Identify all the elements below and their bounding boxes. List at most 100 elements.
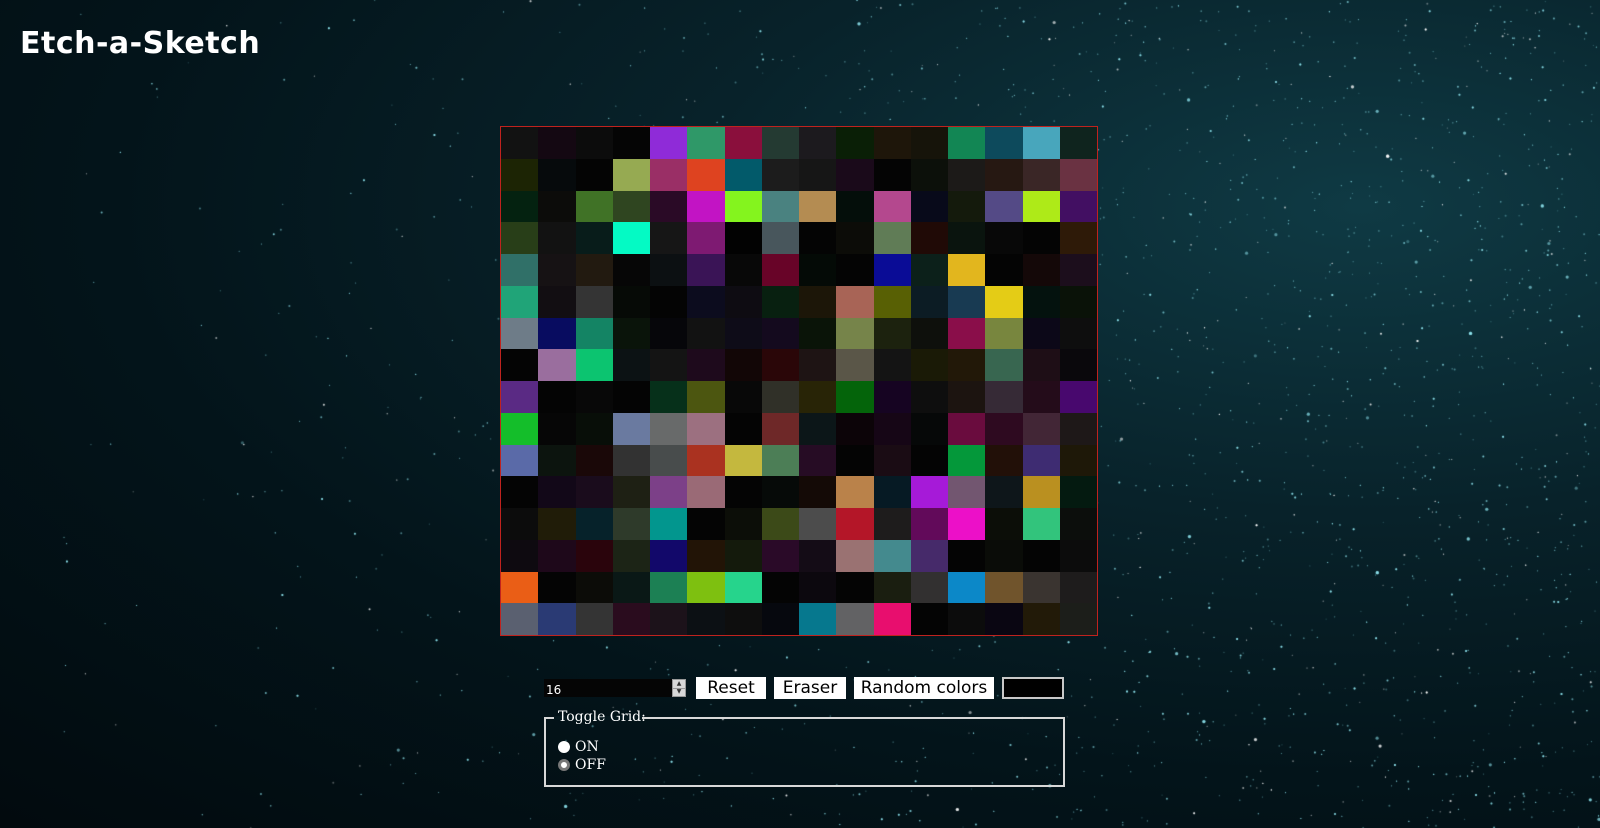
grid-cell[interactable] xyxy=(501,539,539,572)
grid-off-option[interactable]: OFF xyxy=(558,757,606,773)
grid-cell[interactable] xyxy=(948,444,986,477)
grid-cell[interactable] xyxy=(910,571,948,604)
grid-cell[interactable] xyxy=(724,603,762,635)
grid-cell[interactable] xyxy=(650,603,688,635)
grid-cell[interactable] xyxy=(612,412,650,445)
grid-cell[interactable] xyxy=(948,571,986,604)
grid-cell[interactable] xyxy=(761,508,799,540)
grid-cell[interactable] xyxy=(910,158,948,191)
grid-cell[interactable] xyxy=(501,412,539,445)
grid-cell[interactable] xyxy=(612,571,650,604)
grid-cell[interactable] xyxy=(1022,444,1060,477)
radio-on-icon[interactable] xyxy=(558,741,570,753)
grid-cell[interactable] xyxy=(836,412,874,445)
grid-cell[interactable] xyxy=(761,349,799,381)
grid-cell[interactable] xyxy=(948,603,986,635)
grid-on-option[interactable]: ON xyxy=(558,739,599,755)
grid-cell[interactable] xyxy=(1059,127,1097,159)
grid-cell[interactable] xyxy=(538,381,576,413)
grid-cell[interactable] xyxy=(761,127,799,159)
grid-cell[interactable] xyxy=(948,539,986,572)
random-colors-button[interactable]: Random colors xyxy=(854,677,994,699)
grid-cell[interactable] xyxy=(575,127,613,159)
grid-cell[interactable] xyxy=(836,381,874,413)
grid-cell[interactable] xyxy=(948,412,986,445)
grid-cell[interactable] xyxy=(501,158,539,191)
grid-cell[interactable] xyxy=(575,190,613,223)
grid-cell[interactable] xyxy=(687,412,725,445)
grid-cell[interactable] xyxy=(538,571,576,604)
grid-cell[interactable] xyxy=(873,508,911,540)
grid-cell[interactable] xyxy=(724,349,762,381)
grid-cell[interactable] xyxy=(985,603,1023,635)
grid-cell[interactable] xyxy=(910,444,948,477)
grid-cell[interactable] xyxy=(575,222,613,254)
grid-cell[interactable] xyxy=(985,476,1023,508)
grid-cell[interactable] xyxy=(836,222,874,254)
grid-cell[interactable] xyxy=(1022,127,1060,159)
grid-cell[interactable] xyxy=(836,349,874,381)
grid-cell[interactable] xyxy=(501,222,539,254)
grid-cell[interactable] xyxy=(985,158,1023,191)
grid-cell[interactable] xyxy=(1059,285,1097,318)
grid-cell[interactable] xyxy=(575,349,613,381)
grid-cell[interactable] xyxy=(687,190,725,223)
grid-cell[interactable] xyxy=(1059,254,1097,286)
color-picker[interactable] xyxy=(1002,677,1064,699)
grid-cell[interactable] xyxy=(501,508,539,540)
reset-button[interactable]: Reset xyxy=(696,677,766,699)
grid-cell[interactable] xyxy=(799,222,837,254)
grid-cell[interactable] xyxy=(687,317,725,350)
grid-cell[interactable] xyxy=(761,571,799,604)
spinner[interactable]: ▲ ▼ xyxy=(672,679,686,697)
grid-cell[interactable] xyxy=(873,190,911,223)
grid-cell[interactable] xyxy=(538,539,576,572)
grid-cell[interactable] xyxy=(873,127,911,159)
grid-cell[interactable] xyxy=(612,444,650,477)
grid-cell[interactable] xyxy=(873,444,911,477)
grid-cell[interactable] xyxy=(836,603,874,635)
grid-cell[interactable] xyxy=(575,508,613,540)
grid-cell[interactable] xyxy=(836,571,874,604)
grid-cell[interactable] xyxy=(910,317,948,350)
grid-cell[interactable] xyxy=(538,603,576,635)
grid-cell[interactable] xyxy=(650,254,688,286)
grid-cell[interactable] xyxy=(650,476,688,508)
grid-cell[interactable] xyxy=(612,158,650,191)
grid-cell[interactable] xyxy=(1059,190,1097,223)
grid-cell[interactable] xyxy=(650,317,688,350)
grid-cell[interactable] xyxy=(873,476,911,508)
grid-cell[interactable] xyxy=(538,476,576,508)
grid-cell[interactable] xyxy=(575,158,613,191)
grid-cell[interactable] xyxy=(575,254,613,286)
grid-cell[interactable] xyxy=(724,285,762,318)
grid-cell[interactable] xyxy=(948,285,986,318)
grid-cell[interactable] xyxy=(873,254,911,286)
grid-cell[interactable] xyxy=(910,539,948,572)
grid-cell[interactable] xyxy=(910,603,948,635)
grid-cell[interactable] xyxy=(761,158,799,191)
grid-cell[interactable] xyxy=(1059,444,1097,477)
grid-cell[interactable] xyxy=(687,381,725,413)
grid-cell[interactable] xyxy=(724,412,762,445)
grid-cell[interactable] xyxy=(538,444,576,477)
grid-cell[interactable] xyxy=(985,412,1023,445)
grid-cell[interactable] xyxy=(799,412,837,445)
grid-cell[interactable] xyxy=(836,476,874,508)
grid-cell[interactable] xyxy=(687,222,725,254)
grid-cell[interactable] xyxy=(873,603,911,635)
grid-cell[interactable] xyxy=(910,412,948,445)
grid-cell[interactable] xyxy=(799,158,837,191)
grid-cell[interactable] xyxy=(948,190,986,223)
grid-cell[interactable] xyxy=(724,476,762,508)
grid-cell[interactable] xyxy=(575,539,613,572)
grid-cell[interactable] xyxy=(724,444,762,477)
grid-cell[interactable] xyxy=(538,222,576,254)
grid-cell[interactable] xyxy=(687,571,725,604)
grid-cell[interactable] xyxy=(1022,603,1060,635)
grid-cell[interactable] xyxy=(985,190,1023,223)
grid-cell[interactable] xyxy=(687,349,725,381)
grid-cell[interactable] xyxy=(836,158,874,191)
grid-cell[interactable] xyxy=(1022,349,1060,381)
grid-cell[interactable] xyxy=(799,444,837,477)
